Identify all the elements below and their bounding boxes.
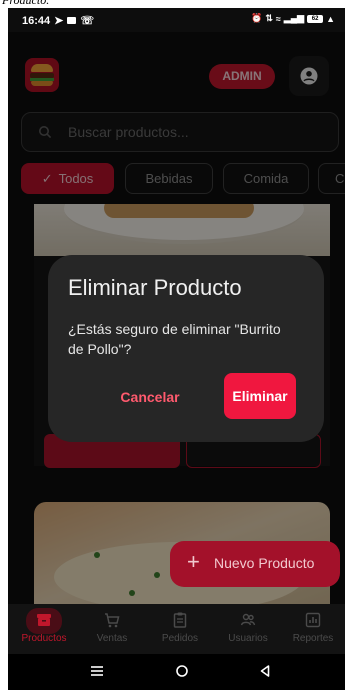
cart-icon <box>105 613 120 628</box>
nav-item-pedidos[interactable]: Pedidos <box>148 610 212 654</box>
nav-item-ventas[interactable]: Ventas <box>80 610 144 654</box>
telegram-icon: ➤ <box>54 15 64 27</box>
new-product-button[interactable]: + Nuevo Producto <box>170 541 340 587</box>
nav-label: Ventas <box>96 633 128 644</box>
phone-screen: 16:44 ➤ ☏ ⏰ ⇅ ≈ ▂▄▆ 62 ▲ ADMIN Buscar pr… <box>8 8 345 690</box>
dialog-message: ¿Estás seguro de eliminar "Burrito de Po… <box>68 321 281 357</box>
users-icon <box>240 613 256 626</box>
whatsapp-icon: ☏ <box>80 15 95 27</box>
alarm-icon: ⏰ <box>251 13 263 23</box>
nav-label: Reportes <box>292 633 334 644</box>
back-icon[interactable] <box>257 663 273 679</box>
nav-item-reportes[interactable]: Reportes <box>281 610 345 654</box>
cancel-button[interactable]: Cancelar <box>110 383 190 411</box>
wifi-icon: ≈ <box>275 13 281 24</box>
status-time: 16:44 <box>22 14 51 27</box>
signal-icon: ▂▄▆ <box>283 13 305 23</box>
strip-text: Producto. <box>2 0 50 7</box>
previous-page-strip: Producto. <box>0 0 345 8</box>
nav-label: Productos <box>21 633 67 644</box>
dialog-title: Eliminar Producto <box>68 275 242 300</box>
nav-label: Usuarios <box>228 633 268 644</box>
status-bar: 16:44 ➤ ☏ ⏰ ⇅ ≈ ▂▄▆ 62 ▲ <box>8 8 345 32</box>
alert-icon: ▲ <box>326 13 335 24</box>
plus-icon: + <box>187 549 200 574</box>
data-speed-icon: ⇅ <box>265 13 273 23</box>
new-product-label: Nuevo Producto <box>214 555 315 571</box>
bar-chart-icon <box>305 612 321 628</box>
clipboard-icon <box>173 612 187 628</box>
bottom-navigation: Productos Ventas Pedidos Usuarios Report… <box>8 604 345 654</box>
nav-item-usuarios[interactable]: Usuarios <box>216 610 280 654</box>
home-icon[interactable] <box>174 663 190 679</box>
confirm-delete-button[interactable]: Eliminar <box>224 373 296 419</box>
status-time-group: 16:44 ➤ ☏ <box>22 14 95 28</box>
message-icon <box>67 17 77 24</box>
delete-confirm-dialog: Eliminar Producto ¿Estás seguro de elimi… <box>48 255 324 442</box>
system-navigation-bar <box>8 654 345 690</box>
nav-label: Pedidos <box>161 633 199 644</box>
menu-icon[interactable] <box>89 663 105 679</box>
archive-box-icon <box>37 614 51 626</box>
status-right-icons: ⏰ ⇅ ≈ ▂▄▆ 62 ▲ <box>251 13 335 24</box>
battery-icon: 62 <box>307 14 324 23</box>
nav-item-productos[interactable]: Productos <box>12 608 76 654</box>
